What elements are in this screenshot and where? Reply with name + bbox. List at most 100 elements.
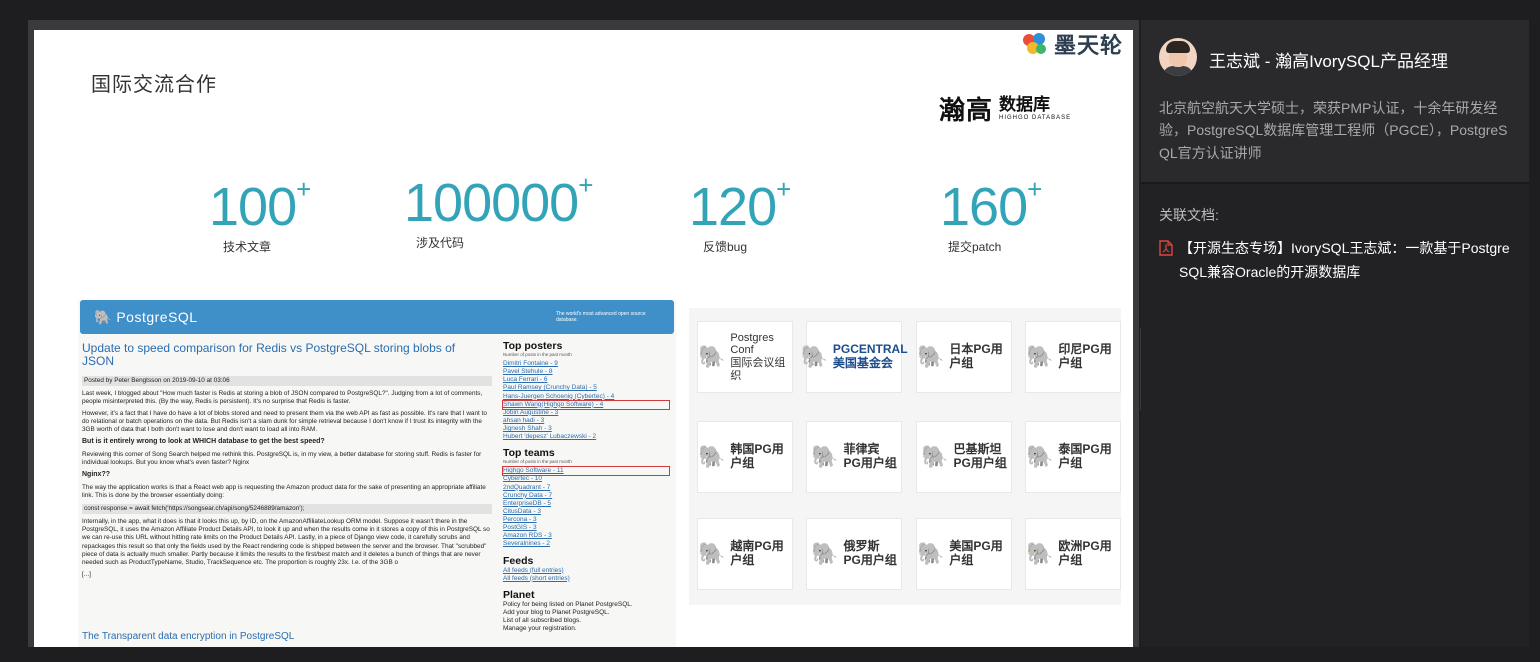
modb-brand-logo: 墨天轮 xyxy=(1020,30,1123,60)
elephant-icon: 🐘 xyxy=(921,444,949,469)
poster-item: Hans-Juergen Schoenig (Cybertec) - 4 xyxy=(503,392,615,400)
feeds-title: Feeds xyxy=(503,554,534,567)
elephant-icon: 🐘 xyxy=(917,344,945,369)
stat-bugs: 120+ 反馈bug xyxy=(689,174,791,255)
elephant-icon: 🐘 xyxy=(698,444,726,469)
planet-item: Add your blog to Planet PostgreSQL. xyxy=(503,608,610,616)
pg-sidebar: Top posters Number of posts in the past … xyxy=(502,338,673,633)
team-item: Percona - 3 xyxy=(503,516,537,523)
team-item: Severalnines - 2 xyxy=(503,540,550,548)
speaker-name: 王志斌 - 瀚高IvorySQL产品经理 xyxy=(1209,52,1448,71)
related-doc-title[interactable]: 【开源生态专场】IvorySQL王志斌：一款基于PostgreSQL兼容Orac… xyxy=(1179,237,1511,285)
top-posters-title: Top posters xyxy=(503,340,563,352)
poster-item: ahsan hadi - 3 xyxy=(503,416,545,424)
pg-header: 🐘 PostgreSQL The world's most advanced o… xyxy=(80,300,674,334)
stat-patches: 160+ 提交patch xyxy=(940,174,1042,255)
poster-item: Jobin Augustine - 3 xyxy=(503,408,559,416)
stat-label: 技术文章 xyxy=(223,240,272,254)
pg-posted-by: Posted by Peter Bengtsson on 2019-09-10 … xyxy=(82,376,492,387)
team-item: EnterpriseDB - 5 xyxy=(503,499,552,507)
poster-item: Jignesh Shah - 3 xyxy=(503,425,552,432)
speaker-bio: 北京航空航天大学硕士，荣获PMP认证，十余年研发经验，PostgreSQL数据库… xyxy=(1159,100,1508,161)
pg-paragraph: Reviewing this corner of Song Search hel… xyxy=(82,451,482,467)
team-item: PostGIS - 3 xyxy=(503,524,537,532)
stat-plus: + xyxy=(296,174,312,204)
elephant-icon: 🐘 xyxy=(698,344,726,369)
pg-code: const response = await fetch('https://so… xyxy=(82,504,492,515)
stat-code: 100000+ 涉及代码 xyxy=(404,170,593,251)
top-posters-subtitle: Number of posts in the past month xyxy=(503,352,572,357)
pg-heading: Nginx?? xyxy=(82,471,110,479)
pg-paragraph: However, it's a fact that I have do have… xyxy=(82,410,487,434)
pg-more: [...] xyxy=(82,570,91,578)
highgo-logo: 瀚高 数据库 HIGHGO DATABASE xyxy=(939,90,1071,127)
stat-plus: + xyxy=(578,170,594,200)
pg-paragraph: Internally, in the app, what it does is … xyxy=(82,518,490,566)
highgo-logo-en: HIGHGO DATABASE xyxy=(999,115,1072,121)
related-doc-link[interactable]: 【开源生态专场】IvorySQL王志斌：一款基于PostgreSQL兼容Orac… xyxy=(1159,237,1511,285)
community-tile: 🐘 美国PG用户组 xyxy=(916,518,1012,590)
pg-paragraph: The way the application works is that a … xyxy=(82,484,486,500)
stat-plus: + xyxy=(1027,174,1043,204)
community-tile: 🐘 巴基斯坦 PG用户组 xyxy=(916,421,1012,493)
speaker-panel: 王志斌 - 瀚高IvorySQL产品经理 北京航空航天大学硕士，荣获PMP认证，… xyxy=(1141,20,1529,647)
poster-item: Pavel Stehule - 8 xyxy=(503,368,553,376)
elephant-icon: 🐘 xyxy=(917,541,945,566)
community-tile: 🐘 PGCENTRAL 美国基金会 xyxy=(800,321,908,393)
divider xyxy=(1141,182,1529,184)
community-tile: 🐘 日本PG用户组 xyxy=(916,321,1012,393)
team-item: Amazon RDS - 3 xyxy=(503,532,552,540)
community-tile: 🐘 欧洲PG用户组 xyxy=(1025,518,1121,590)
top-teams-subtitle: Number of posts in the past month xyxy=(503,459,572,465)
presentation-slide: 国际交流合作 墨天轮 瀚高 数据库 HIGHGO DATABASE 100+ 技… xyxy=(34,30,1133,647)
stat-label: 涉及代码 xyxy=(416,236,465,250)
community-tile: 🐘 俄罗斯 PG用户组 xyxy=(806,518,902,590)
elephant-icon: 🐘 xyxy=(698,541,726,566)
stat-plus: + xyxy=(776,174,792,204)
team-item-highlighted: Highgo Software - 11 xyxy=(502,466,670,477)
elephant-icon: 🐘 xyxy=(1026,444,1054,469)
stat-value: 100 xyxy=(209,177,297,237)
modb-logo-icon xyxy=(1023,33,1046,54)
pg-post-title: Update to speed comparison for Redis vs … xyxy=(82,341,456,369)
highgo-logo-sub: 数据库 xyxy=(999,95,1051,114)
elephant-icon: 🐘 xyxy=(1026,541,1054,566)
elephant-icon: 🐘 xyxy=(1026,344,1054,369)
community-tile: 🐘 Postgres Conf 国际会议组织 xyxy=(697,321,793,393)
highgo-logo-name: 瀚高 xyxy=(939,96,994,126)
related-docs-label: 关联文档: xyxy=(1159,207,1219,223)
stat-articles: 100+ 技术文章 xyxy=(209,174,311,255)
pg-logo: 🐘 PostgreSQL xyxy=(94,309,198,325)
poster-item-highlighted: Shawn Wang(Highgo Software) - 4 xyxy=(502,399,670,410)
pg-post-body: Posted by Peter Bengtsson on 2019-09-10 … xyxy=(82,376,492,583)
team-item: Crunchy Data - 7 xyxy=(503,491,553,499)
poster-item: Hubert 'depesz' Lubaczewski - 2 xyxy=(503,433,597,441)
pdf-icon xyxy=(1159,240,1173,256)
planet-item: List of all subscribed blogs. xyxy=(503,617,582,624)
slide-viewer: 国际交流合作 墨天轮 瀚高 数据库 HIGHGO DATABASE 100+ 技… xyxy=(28,20,1139,647)
feed-item: All feeds (short entries) xyxy=(503,574,570,582)
stat-value: 160 xyxy=(940,177,1028,237)
stat-value: 120 xyxy=(689,177,777,237)
pg-central-icon: 🐘 xyxy=(800,344,828,369)
stat-label: 反馈bug xyxy=(703,240,748,254)
community-tile: 🐘 菲律宾 PG用户组 xyxy=(806,421,902,493)
modb-logo-text: 墨天轮 xyxy=(1054,33,1124,58)
community-grid: 🐘 Postgres Conf 国际会议组织 🐘 PGCENTRAL 美国基金会 🐘… xyxy=(689,308,1121,605)
team-item: Cybertec - 10 xyxy=(503,475,543,483)
community-tile: 🐘 泰国PG用户组 xyxy=(1025,421,1121,493)
planet-postgresql-screenshot: 🐘 PostgreSQL The world's most advanced o… xyxy=(78,300,676,647)
avatar xyxy=(1159,38,1197,76)
top-teams-title: Top teams xyxy=(503,447,555,460)
speaker-info: 王志斌 - 瀚高IvorySQL产品经理 北京航空航天大学硕士，荣获PMP认证，… xyxy=(1141,20,1529,182)
pg-heading: But is it entirely wrong to look at WHIC… xyxy=(82,438,325,446)
community-tile: 🐘 韩国PG用户组 xyxy=(697,421,793,493)
team-item: CitusData - 3 xyxy=(503,507,541,515)
pg-paragraph: Last week, I blogged about "How much fas… xyxy=(82,390,483,406)
elephant-icon: 🐘 xyxy=(811,541,839,566)
poster-item: Luca Ferrari - 6 xyxy=(503,376,548,384)
planet-item: Policy for being listed on Planet Postgr… xyxy=(503,600,633,608)
pg-next-post-title: The Transparent data encryption in Postg… xyxy=(82,631,295,642)
planet-item: Manage your registration. xyxy=(503,625,577,633)
pg-tagline: The world's most advanced open source da… xyxy=(556,311,646,323)
